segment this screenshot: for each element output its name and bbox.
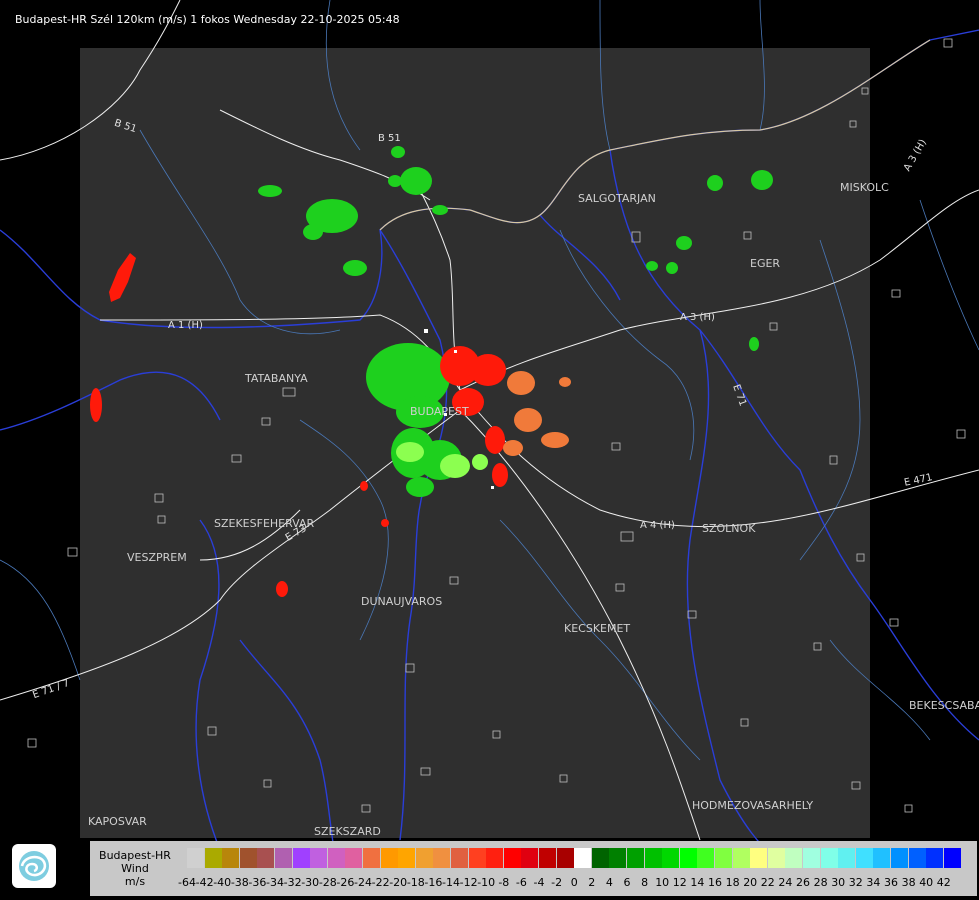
- legend-swatch: [468, 848, 486, 868]
- legend-unit: m/s: [124, 875, 146, 888]
- legend-swatch: [697, 848, 715, 868]
- legend-swatch: [310, 848, 328, 868]
- legend-swatch: [803, 848, 820, 868]
- legend-swatch: [451, 848, 468, 868]
- legend-swatch: [926, 848, 944, 868]
- legend-swatch: [943, 848, 961, 868]
- legend-swatch: [591, 848, 609, 868]
- legend-swatch: [644, 848, 662, 868]
- legend-swatch: [539, 848, 556, 868]
- legend-swatch: [838, 848, 856, 868]
- city-label-kaposvar: KAPOSVAR: [88, 815, 147, 828]
- legend-swatch: [679, 848, 697, 868]
- legend-label: Budapest-HR Wind m/s: [90, 841, 180, 896]
- road-label: A 1 (H): [168, 320, 203, 331]
- city-label-salgotarjan: SALGOTARJAN: [578, 192, 656, 205]
- legend-swatch: [327, 848, 345, 868]
- legend-swatch: [239, 848, 257, 868]
- legend-swatch: [503, 848, 521, 868]
- radar-map: [0, 0, 979, 881]
- city-label-miskolc: MISKOLC: [840, 181, 889, 194]
- legend-swatch: [222, 848, 240, 868]
- city-label-bekescsaba: BEKESCSABA: [909, 699, 979, 712]
- legend-swatch: [187, 848, 204, 868]
- city-label-tatabanya: TATABANYA: [245, 372, 308, 385]
- map-title: Budapest-HR Szél 120km (m/s) 1 fokos Wed…: [15, 13, 400, 26]
- legend-swatch: [380, 848, 398, 868]
- legend-tick-label: 42: [936, 876, 951, 889]
- city-label-veszprem: VESZPREM: [127, 551, 187, 564]
- legend-swatch: [855, 848, 873, 868]
- legend-swatch: [873, 848, 891, 868]
- legend-swatch: [609, 848, 627, 868]
- legend-swatch: [204, 848, 222, 868]
- road-label: B 51: [378, 133, 401, 144]
- city-label-szekszard: SZEKSZARD: [314, 825, 381, 838]
- legend-swatch: [750, 848, 768, 868]
- legend-swatch: [486, 848, 504, 868]
- legend-swatch: [785, 848, 803, 868]
- city-label-hodmezovasarhely: HODMEZOVASARHELY: [692, 799, 814, 812]
- legend-swatch: [820, 848, 838, 868]
- legend-swatch: [363, 848, 380, 868]
- legend-swatch: [292, 848, 310, 868]
- city-label-budapest: BUDAPEST: [410, 405, 469, 418]
- road-label: A 4 (H): [640, 520, 675, 531]
- legend-swatch: [627, 848, 644, 868]
- city-label-szolnok: SZOLNOK: [702, 522, 756, 535]
- legend-swatch: [908, 848, 926, 868]
- legend-swatch: [433, 848, 451, 868]
- legend-swatch: [257, 848, 275, 868]
- legend-swatch: [732, 848, 750, 868]
- legend-swatch: [574, 848, 592, 868]
- legend-swatch: [767, 848, 785, 868]
- legend-subtitle: Wind: [121, 862, 149, 875]
- legend-swatch: [891, 848, 908, 868]
- omsz-logo-icon: [12, 844, 56, 888]
- radar-coverage-area: [80, 48, 870, 838]
- legend-swatch: [662, 848, 680, 868]
- city-label-dunaujvaros: DUNAUJVAROS: [361, 595, 443, 608]
- legend-swatch: [556, 848, 574, 868]
- legend-swatch: [521, 848, 539, 868]
- legend-swatch: [415, 848, 433, 868]
- city-label-eger: EGER: [750, 257, 781, 270]
- legend-title: Budapest-HR: [99, 849, 171, 862]
- legend-swatch: [715, 848, 732, 868]
- legend-swatch: [275, 848, 292, 868]
- legend-swatch: [398, 848, 416, 868]
- wind-legend: Budapest-HR Wind m/s -64 -42 -40 -38 -36 -34-…: [90, 841, 977, 896]
- city-label-kecskemet: KECSKEMET: [564, 622, 631, 635]
- road-label: A 3 (H): [680, 312, 715, 323]
- legend-swatch: [345, 848, 363, 868]
